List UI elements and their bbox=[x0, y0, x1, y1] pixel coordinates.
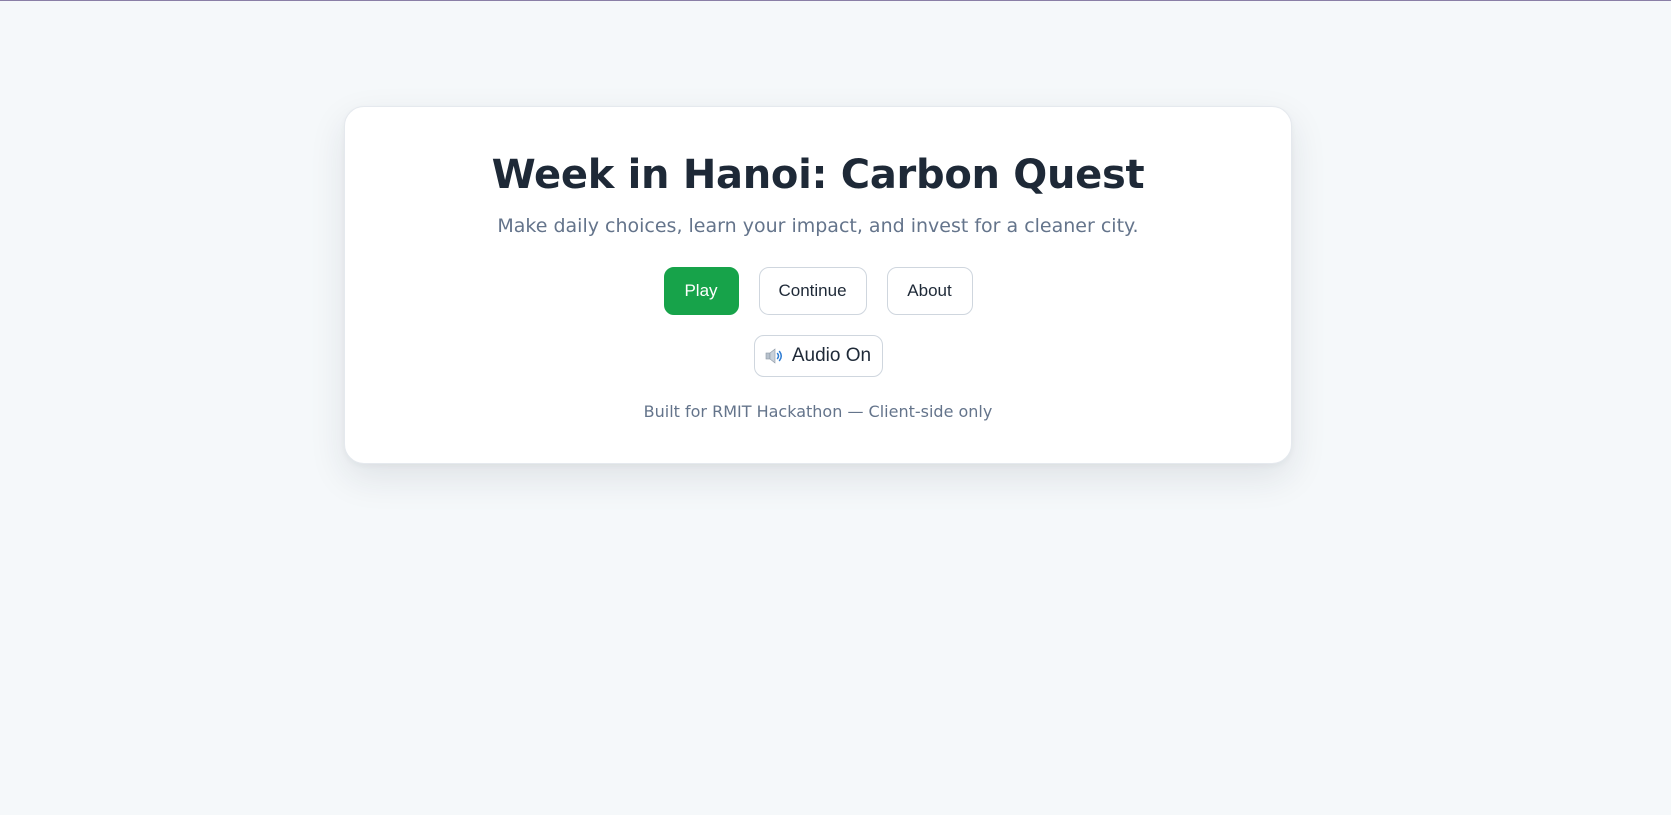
menu-button-row: Play Continue About bbox=[345, 267, 1291, 315]
speaker-icon bbox=[765, 347, 785, 365]
audio-toggle-label: Audio On bbox=[791, 345, 872, 366]
audio-toggle-button[interactable]: Audio On bbox=[753, 335, 883, 377]
continue-button[interactable]: Continue bbox=[758, 267, 867, 315]
about-button[interactable]: About bbox=[886, 267, 973, 315]
game-subtitle: Make daily choices, learn your impact, a… bbox=[497, 215, 1139, 237]
footer-credit: Built for RMIT Hackathon — Client-side o… bbox=[643, 402, 993, 421]
audio-row: Audio On bbox=[345, 335, 1291, 377]
game-title: Week in Hanoi: Carbon Quest bbox=[491, 152, 1145, 198]
play-button[interactable]: Play bbox=[663, 267, 739, 315]
main-menu-card: Week in Hanoi: Carbon Quest Make daily c… bbox=[344, 106, 1292, 464]
